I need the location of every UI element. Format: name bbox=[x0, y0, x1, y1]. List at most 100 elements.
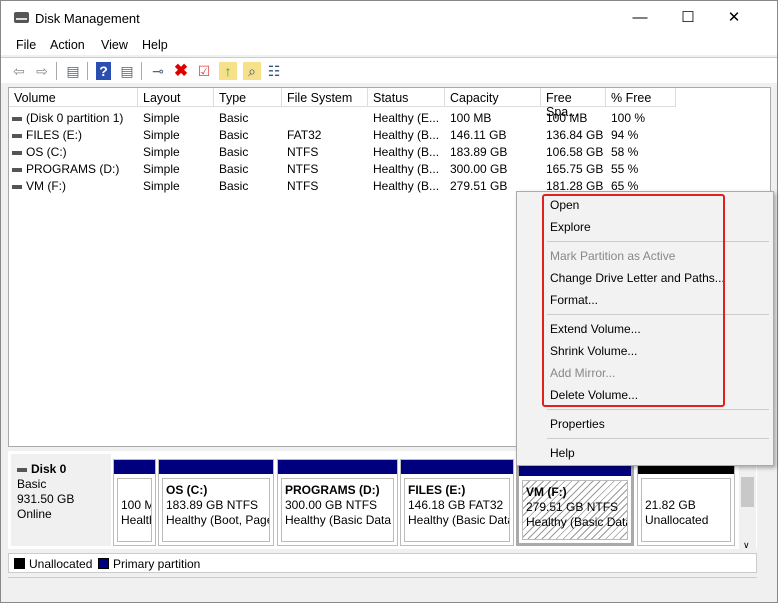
partition-block[interactable]: PROGRAMS (D:) 300.00 GB NTFS Healthy (Ba… bbox=[277, 459, 398, 546]
cell-volume: VM (F:) bbox=[12, 177, 135, 194]
disk-0-label[interactable]: Disk 0 Basic 931.50 GB Online bbox=[11, 454, 111, 546]
disk-pane-scrollbar[interactable]: ∨ bbox=[739, 459, 756, 551]
cell-layout: Simple bbox=[143, 111, 180, 125]
cell-free-space: 165.75 GB bbox=[546, 162, 604, 176]
column-header-volume[interactable]: Volume bbox=[9, 88, 138, 107]
column-header-status[interactable]: Status bbox=[368, 88, 445, 107]
back-icon[interactable]: ⇦ bbox=[10, 62, 28, 80]
partition-block[interactable]: 100 MB Healthy bbox=[113, 459, 156, 546]
column-header-type[interactable]: Type bbox=[214, 88, 282, 107]
toolbar-separator bbox=[56, 62, 57, 80]
help-icon[interactable]: ? bbox=[96, 62, 111, 80]
menu-separator bbox=[547, 438, 769, 439]
window-title: Disk Management bbox=[35, 11, 140, 26]
partition-status: Healthy (Basic Data I bbox=[285, 513, 394, 527]
menu-file[interactable]: File bbox=[16, 38, 36, 52]
partition-size: 100 MB bbox=[121, 498, 151, 512]
partition-info: PROGRAMS (D:) 300.00 GB NTFS Healthy (Ba… bbox=[281, 478, 394, 542]
menu-separator bbox=[547, 409, 769, 410]
cell-layout: Simple bbox=[143, 145, 180, 159]
toolbar: ⇦ ⇨ ▤ ? ▤ ⊸ ✖ ☑ ↑ ⌕ ☷ bbox=[1, 57, 777, 83]
cell-type: Basic bbox=[219, 128, 249, 142]
volume-icon bbox=[12, 167, 22, 172]
partition-block[interactable]: VM (F:) 279.51 GB NTFS Healthy (Basic Da… bbox=[516, 459, 634, 546]
properties-icon[interactable]: ☑ bbox=[195, 62, 213, 80]
table-row[interactable]: (Disk 0 partition 1) Simple Basic Healthy (… bbox=[9, 109, 769, 126]
action-pane-icon[interactable]: ▤ bbox=[118, 62, 136, 80]
partition-size: 21.82 GB bbox=[645, 498, 696, 512]
cell-capacity: 100 MB bbox=[450, 111, 492, 125]
partition-info: 21.82 GB Unallocated bbox=[641, 478, 731, 542]
console-tree-icon[interactable]: ▤ bbox=[64, 62, 82, 80]
cell-layout: Simple bbox=[143, 128, 180, 142]
cell-type: Basic bbox=[219, 162, 249, 176]
forward-icon[interactable]: ⇨ bbox=[33, 62, 51, 80]
highlight-box bbox=[542, 194, 725, 407]
column-header-layout[interactable]: Layout bbox=[138, 88, 214, 107]
disk-size: 931.50 GB bbox=[17, 492, 75, 506]
partition-status: Healthy (Basic Data bbox=[526, 515, 628, 529]
column-header-file-system[interactable]: File System bbox=[282, 88, 368, 107]
partition-info: 100 MB Healthy bbox=[117, 478, 152, 542]
status-bar bbox=[8, 577, 757, 599]
maximize-button[interactable]: ☐ bbox=[665, 5, 711, 31]
cell-volume: PROGRAMS (D:) bbox=[12, 160, 135, 177]
volume-icon bbox=[12, 150, 22, 155]
menu-item-help[interactable]: Help bbox=[550, 446, 575, 460]
menu-item-properties[interactable]: Properties bbox=[550, 417, 605, 431]
partition-block[interactable]: FILES (E:) 146.18 GB FAT32 Healthy (Basi… bbox=[400, 459, 514, 546]
toolbar-separator bbox=[87, 62, 88, 80]
cell-status: Healthy (B... bbox=[373, 162, 440, 176]
search-icon[interactable]: ⌕ bbox=[243, 62, 261, 80]
menu-view[interactable]: View bbox=[101, 38, 128, 52]
volume-icon bbox=[12, 133, 22, 138]
disk-icon bbox=[17, 467, 27, 472]
legend-unallocated: Unallocated bbox=[29, 557, 93, 571]
cell-status: Healthy (B... bbox=[373, 145, 440, 159]
scroll-down-icon[interactable]: ∨ bbox=[743, 540, 750, 551]
checklist-icon[interactable]: ☷ bbox=[265, 62, 283, 80]
menu-help[interactable]: Help bbox=[142, 38, 168, 52]
delete-icon[interactable]: ✖ bbox=[172, 62, 190, 80]
disk-state: Online bbox=[17, 507, 52, 521]
cell-percent-free: 55 % bbox=[611, 162, 639, 176]
legend: Unallocated Primary partition bbox=[8, 553, 757, 573]
cell-free-space: 100 MB bbox=[546, 111, 588, 125]
partition-status: Healthy bbox=[121, 513, 151, 527]
partition-info: VM (F:) 279.51 GB NTFS Healthy (Basic Da… bbox=[522, 480, 628, 540]
cell-capacity: 300.00 GB bbox=[450, 162, 508, 176]
table-row[interactable]: PROGRAMS (D:) Simple Basic NTFS Healthy (B..… bbox=[9, 160, 769, 177]
disk-management-app-icon bbox=[14, 12, 29, 23]
partition-color-bar bbox=[114, 460, 155, 474]
column-header-capacity[interactable]: Capacity bbox=[445, 88, 541, 107]
partition-info: OS (C:) 183.89 GB NTFS Healthy (Boot, Pa… bbox=[162, 478, 270, 542]
disk-name: Disk 0 bbox=[31, 462, 67, 476]
table-row[interactable]: OS (C:) Simple Basic NTFS Healthy (B... 183.8… bbox=[9, 143, 769, 160]
menu-action[interactable]: Action bbox=[50, 38, 85, 52]
folder-up-icon[interactable]: ↑ bbox=[219, 62, 237, 80]
partition-status: Healthy (Basic Data bbox=[408, 513, 510, 527]
partition-title bbox=[121, 483, 151, 498]
table-row[interactable]: FILES (E:) Simple Basic FAT32 Healthy (B... 1… bbox=[9, 126, 769, 143]
partition-info: FILES (E:) 146.18 GB FAT32 Healthy (Basi… bbox=[404, 478, 510, 542]
menu-bar: File Action View Help bbox=[1, 35, 777, 55]
cell-type: Basic bbox=[219, 111, 249, 125]
minimize-button[interactable]: — bbox=[617, 5, 663, 31]
partition-block[interactable]: OS (C:) 183.89 GB NTFS Healthy (Boot, Pa… bbox=[158, 459, 274, 546]
legend-primary: Primary partition bbox=[113, 557, 201, 571]
partition-color-bar bbox=[159, 460, 273, 474]
partition-block[interactable]: 21.82 GB Unallocated bbox=[637, 459, 735, 546]
cell-volume: OS (C:) bbox=[12, 143, 135, 160]
connect-icon[interactable]: ⊸ bbox=[149, 62, 167, 80]
close-button[interactable]: ✕ bbox=[711, 5, 757, 31]
column-header-percent-free[interactable]: % Free bbox=[606, 88, 676, 107]
scrollbar-thumb[interactable] bbox=[741, 477, 754, 507]
disk-type: Basic bbox=[17, 477, 47, 491]
partition-size: 183.89 GB NTFS bbox=[166, 498, 259, 512]
partition-title: FILES (E:) bbox=[408, 483, 466, 497]
cell-type: Basic bbox=[219, 179, 249, 193]
volume-icon bbox=[12, 116, 22, 121]
cell-percent-free: 94 % bbox=[611, 128, 639, 142]
cell-type: Basic bbox=[219, 145, 249, 159]
column-header-free-space[interactable]: Free Spa... bbox=[541, 88, 606, 119]
